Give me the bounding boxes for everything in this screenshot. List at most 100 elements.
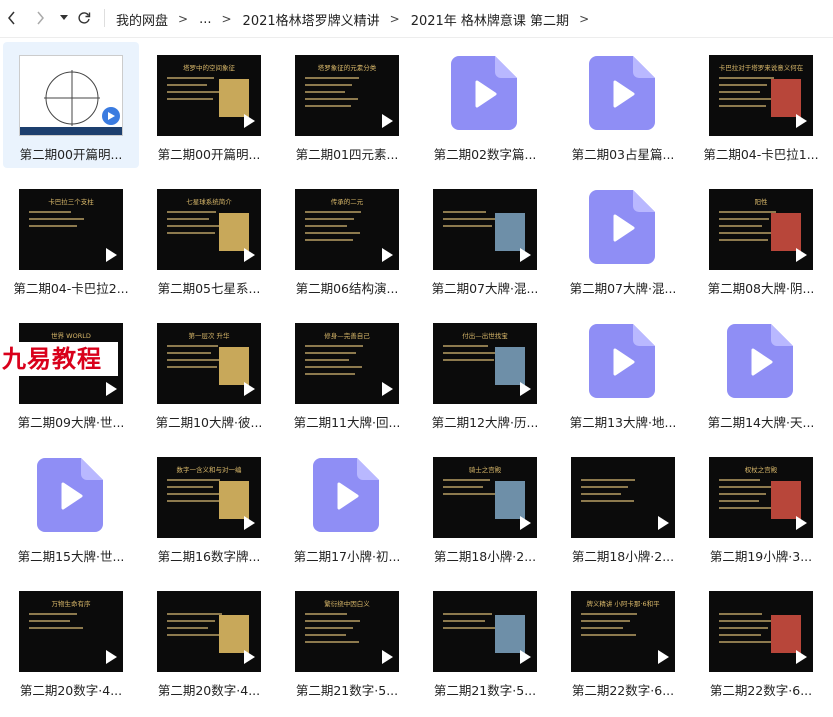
thumbnail-text-line (719, 486, 773, 488)
chevron-right-icon (37, 11, 44, 25)
play-icon (244, 248, 255, 262)
thumbnail-image (219, 79, 249, 117)
thumbnail-text-line (305, 77, 359, 79)
thumbnail-text-line (719, 77, 774, 79)
thumbnail-text-lines (305, 613, 365, 648)
play-icon (658, 516, 669, 530)
file-item[interactable]: 万物生命有序 第二期20数字·4... (3, 578, 139, 704)
thumbnail-text-line (719, 91, 760, 93)
breadcrumb-ellipsis[interactable]: ... (199, 12, 211, 27)
video-thumbnail (709, 591, 813, 672)
thumbnail-text-lines (719, 211, 779, 246)
navigation-bar: 我的网盘 > ... > 2021格林塔罗牌义精讲 > 2021年 格林牌意课 … (0, 0, 833, 38)
thumbnail-text-line (581, 486, 628, 488)
thumbnail-title: 卡巴拉对于塔罗来说意义何在 (718, 64, 804, 72)
file-item[interactable]: 第二期20数字·4... (141, 578, 277, 704)
thumbnail-text-line (167, 98, 213, 100)
thumbnail-text-line (305, 634, 346, 636)
file-name: 第二期08大牌·阴... (707, 281, 815, 296)
file-item[interactable]: 七星球系统简介 第二期05七星系... (141, 176, 277, 302)
thumbnail-text-line (443, 486, 483, 488)
thumbnail-title: 世界 WORLD (51, 332, 91, 340)
play-icon (520, 382, 531, 396)
thumbnail-text-line (443, 613, 492, 615)
thumbnail-image (219, 481, 249, 519)
refresh-button[interactable] (74, 8, 94, 28)
file-item[interactable]: 付出—出世找宝 第二期12大牌·历... (417, 310, 553, 436)
file-item[interactable]: 牌义精讲 小阿卡那·6和平 第二期22数字·6... (555, 578, 691, 704)
thumbnail-text-line (167, 218, 209, 220)
thumbnail-text-lines (305, 77, 365, 112)
file-item[interactable]: 第二期03占星篇... (555, 42, 691, 168)
history-dropdown-button[interactable] (54, 8, 74, 28)
thumbnail-text-line (719, 105, 766, 107)
thumbnail-text-line (719, 479, 760, 481)
breadcrumb-course-folder[interactable]: 2021格林塔罗牌义精讲 (243, 10, 380, 29)
file-item[interactable]: 第二期15大牌·世... (3, 444, 139, 570)
breadcrumb-current-folder[interactable]: 2021年 格林牌意课 第二期 (411, 10, 569, 29)
file-item[interactable]: 骑士之宫殿 第二期18小牌·2... (417, 444, 553, 570)
play-icon (658, 650, 669, 664)
breadcrumb-root[interactable]: 我的网盘 (116, 10, 168, 29)
thumbnail-title: 第一层次 升华 (188, 332, 230, 340)
thumbnail-text-line (581, 493, 621, 495)
back-button[interactable] (2, 8, 22, 28)
thumbnail-text-line (167, 345, 218, 347)
thumbnail-text-line (719, 84, 767, 86)
file-item[interactable]: 第二期22数字·6... (693, 578, 829, 704)
thumbnail-text-line (719, 500, 759, 502)
forward-button[interactable] (30, 8, 50, 28)
thumbnail-title: 塔罗象征的元素分类 (317, 64, 377, 72)
thumbnail-text-line (305, 345, 363, 347)
thumbnail-text-line (581, 613, 637, 615)
file-item[interactable]: 第二期17小牌·初... (279, 444, 415, 570)
thumbnail-text-line (443, 627, 498, 629)
play-icon (796, 650, 807, 664)
thumbnail-text-line (29, 620, 70, 622)
play-icon (520, 516, 531, 530)
file-item[interactable]: 卡巴拉对于塔罗来说意义何在 第二期04-卡巴拉1... (693, 42, 829, 168)
thumbnail-title: 繁衍绕中因白义 (324, 600, 370, 608)
video-thumbnail: 卡巴拉对于塔罗来说意义何在 (709, 55, 813, 136)
file-item[interactable]: 数字一含义和与对一编 第二期16数字牌... (141, 444, 277, 570)
file-item[interactable]: 第一层次 升华 第二期10大牌·彼... (141, 310, 277, 436)
file-item[interactable]: 阳性 第二期08大牌·阴... (693, 176, 829, 302)
file-item[interactable]: 第二期07大牌·混... (417, 176, 553, 302)
play-icon (520, 248, 531, 262)
thumbnail-text-line (305, 218, 354, 220)
file-item[interactable]: 第二期02数字篇... (417, 42, 553, 168)
play-icon (382, 114, 393, 128)
thumbnail-text-lines (167, 479, 227, 507)
video-thumbnail: 骑士之宫殿 (433, 457, 537, 538)
file-item[interactable]: 修身—完善自己 第二期11大牌·回... (279, 310, 415, 436)
thumbnail-text-line (167, 232, 215, 234)
file-item[interactable]: 繁衍绕中因白义 第二期21数字·5... (279, 578, 415, 704)
thumbnail-text-line (719, 218, 769, 220)
video-thumbnail: 塔罗象征的元素分类 (295, 55, 399, 136)
file-item[interactable]: 塔罗象征的元素分类 第二期01四元素... (279, 42, 415, 168)
play-icon (244, 516, 255, 530)
breadcrumb-separator: > (389, 12, 400, 26)
file-item[interactable]: 第二期21数字·5... (417, 578, 553, 704)
thumbnail-text-line (167, 225, 222, 227)
thumbnail-text-line (443, 493, 496, 495)
thumbnail-text-line (719, 627, 768, 629)
file-item[interactable]: 传承的二元 第二期06结构演... (279, 176, 415, 302)
thumbnail-text-lines (443, 613, 503, 634)
file-name: 第二期00开篇明... (19, 147, 123, 162)
file-item[interactable]: 第二期18小牌·2... (555, 444, 691, 570)
file-name: 第二期11大牌·回... (293, 415, 401, 430)
file-item[interactable]: 第二期14大牌·天... (693, 310, 829, 436)
file-item[interactable]: 第二期00开篇明... (3, 42, 139, 168)
thumbnail-image (771, 615, 801, 653)
file-item[interactable]: 塔罗中的空间象征 第二期00开篇明... (141, 42, 277, 168)
play-icon (244, 650, 255, 664)
video-file-icon (589, 190, 655, 264)
file-item[interactable]: 卡巴拉三个支柱 第二期04-卡巴拉2... (3, 176, 139, 302)
file-item[interactable]: 第二期07大牌·混... (555, 176, 691, 302)
file-item[interactable]: 权杖之宫殿 第二期19小牌·3... (693, 444, 829, 570)
thumbnail-text-line (167, 211, 216, 213)
thumbnail-text-line (581, 620, 630, 622)
file-item[interactable]: 第二期13大牌·地... (555, 310, 691, 436)
thumbnail-text-line (719, 641, 774, 643)
